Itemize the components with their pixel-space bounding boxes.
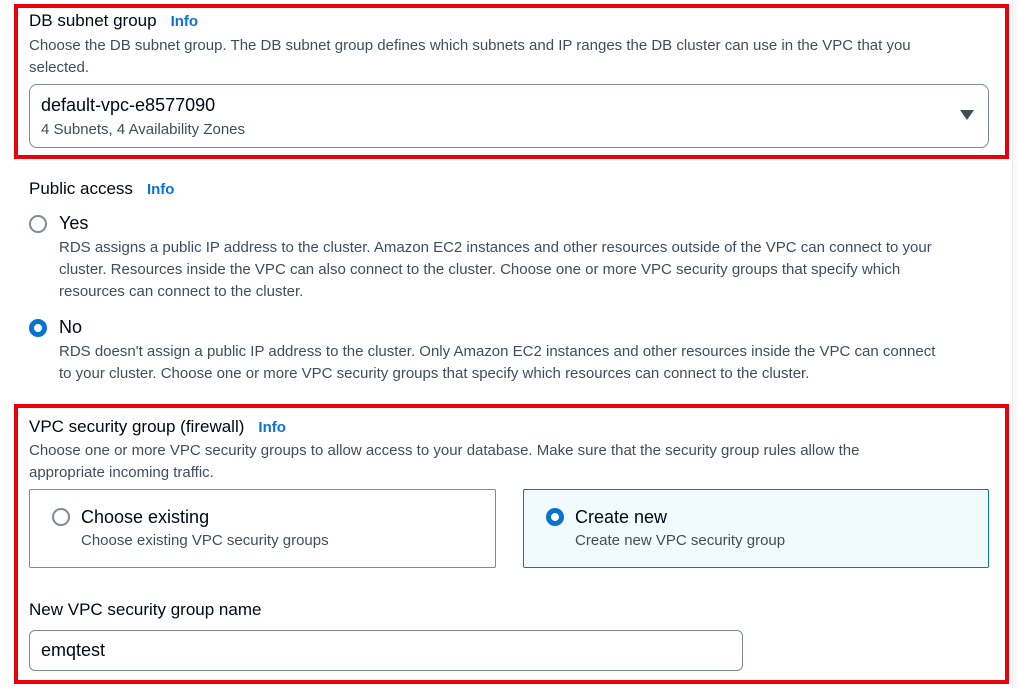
choose-existing-tile[interactable]: Choose existing Choose existing VPC secu… [29,489,496,568]
public-access-label: Public access [29,179,133,198]
description-line: to your cluster. Choose one or more VPC … [59,365,810,382]
create-new-tile[interactable]: Create new Create new VPC security group [523,489,989,568]
public-access-no-radio[interactable] [29,319,47,337]
choose-existing-radio[interactable] [52,508,70,526]
choose-existing-subtitle: Choose existing VPC security groups [81,532,329,549]
public-access-yes-description: RDS assigns a public IP address to the c… [59,237,932,303]
description-line: RDS assigns a public IP address to the c… [59,239,932,256]
vpc-security-group-info-link[interactable]: Info [258,419,286,436]
create-new-subtitle: Create new VPC security group [575,532,786,549]
vpc-security-group-label-row: VPC security group (firewall) Info [29,417,286,437]
choose-existing-title: Choose existing [81,507,210,527]
public-access-no-description: RDS doesn't assign a public IP address t… [59,341,935,385]
subnet-group-description-line: selected. [29,59,90,76]
subnet-group-description: Choose the DB subnet group. The DB subne… [29,35,911,79]
new-group-name-input[interactable] [29,630,743,671]
description-line: appropriate incoming traffic. [29,464,214,481]
subnet-group-select[interactable]: default-vpc-e8577090 4 Subnets, 4 Availa… [29,84,989,148]
subnet-group-selected-value: default-vpc-e8577090 [41,95,216,115]
create-new-radio[interactable] [546,508,564,526]
vpc-security-group-description: Choose one or more VPC security groups t… [29,440,859,484]
new-group-name-label: New VPC security group name [29,600,262,619]
new-group-name-label-row: New VPC security group name [29,600,261,620]
vpc-security-group-label: VPC security group (firewall) [29,417,245,436]
subnet-group-selected-detail: 4 Subnets, 4 Availability Zones [41,121,246,138]
create-new-title: Create new [575,507,668,527]
public-access-info-link[interactable]: Info [147,181,175,198]
public-access-label-row: Public access Info [29,179,174,199]
public-access-no-label[interactable]: No [59,317,82,338]
description-line: cluster. Resources inside the VPC can al… [59,261,901,278]
caret-down-icon [960,110,974,120]
right-edge-frame [1012,0,1018,688]
description-line: resources can connect to the cluster. [59,283,304,300]
public-access-yes-label[interactable]: Yes [59,213,88,234]
description-line: RDS doesn't assign a public IP address t… [59,343,936,360]
subnet-group-label: DB subnet group [29,11,157,30]
description-line: Choose one or more VPC security groups t… [29,442,860,459]
subnet-group-description-line: Choose the DB subnet group. The DB subne… [29,37,911,54]
public-access-yes-radio[interactable] [29,215,47,233]
subnet-group-label-row: DB subnet group Info [29,11,198,31]
subnet-group-info-link[interactable]: Info [171,13,199,30]
